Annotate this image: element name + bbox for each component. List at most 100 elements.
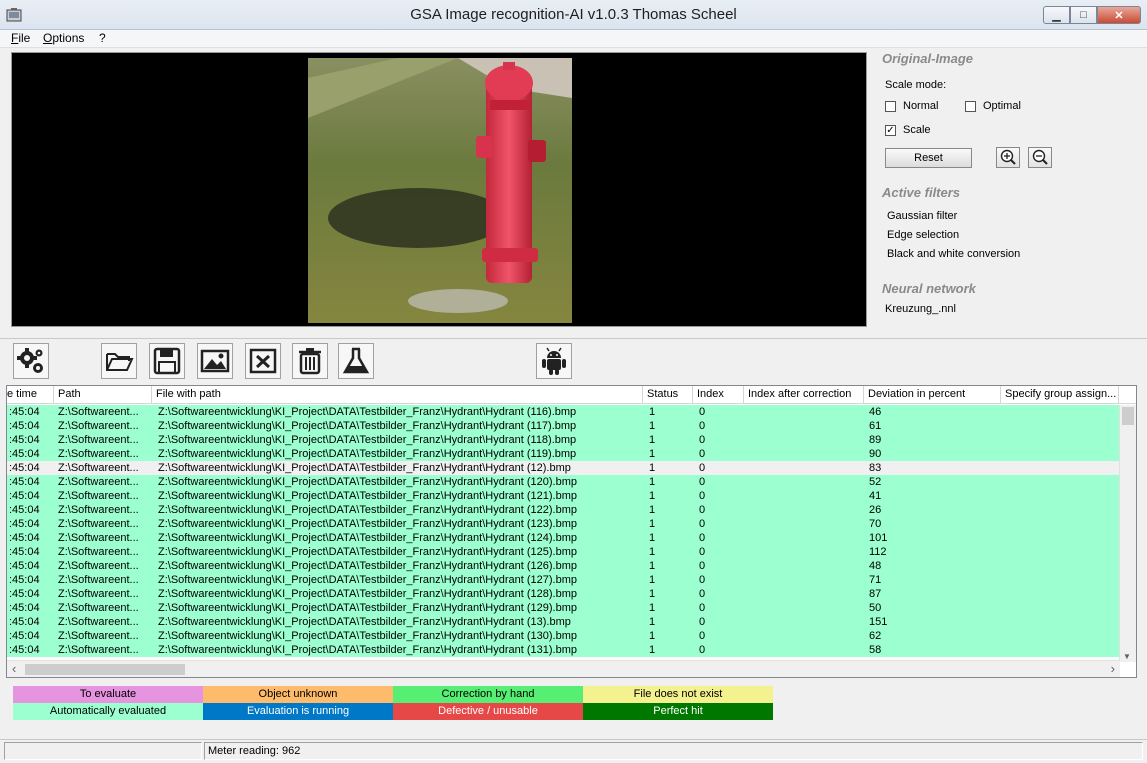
cell-status: 1 bbox=[649, 602, 656, 614]
cell-time: :45:04 bbox=[9, 476, 40, 488]
hydrant-image bbox=[308, 58, 572, 323]
normal-checkbox[interactable] bbox=[885, 101, 896, 112]
table-row[interactable]: :45:04 Z:\Softwareent... Z:\Softwareentwic… bbox=[7, 475, 1120, 489]
image-button[interactable] bbox=[197, 343, 233, 379]
android-icon bbox=[542, 347, 566, 375]
results-table[interactable]: e time Path File with path Status Index … bbox=[6, 385, 1137, 678]
legend-item: Object unknown bbox=[203, 686, 393, 703]
maximize-button[interactable]: □ bbox=[1070, 6, 1097, 24]
image-icon bbox=[200, 349, 230, 373]
settings-button[interactable] bbox=[13, 343, 49, 379]
table-row[interactable]: :45:04 Z:\Softwareent... Z:\Softwareentwic… bbox=[7, 433, 1120, 447]
cell-index: 0 bbox=[699, 448, 706, 460]
cell-deviation: 48 bbox=[869, 560, 882, 572]
menu-options[interactable]: Options bbox=[43, 31, 84, 45]
menu-help[interactable]: ? bbox=[99, 31, 106, 45]
table-row[interactable]: :45:04 Z:\Softwareent... Z:\Softwareentwic… bbox=[7, 531, 1120, 545]
legend-item: Evaluation is running bbox=[203, 703, 393, 720]
cell-path: Z:\Softwareent... bbox=[58, 476, 139, 488]
cell-path: Z:\Softwareent... bbox=[58, 644, 139, 656]
table-row[interactable]: :45:04 Z:\Softwareent... Z:\Softwareentwic… bbox=[7, 573, 1120, 587]
column-header-index[interactable]: Index bbox=[693, 386, 744, 404]
cell-path: Z:\Softwareent... bbox=[58, 588, 139, 600]
minimize-icon: ▁ bbox=[1052, 9, 1061, 22]
table-row[interactable]: :45:04 Z:\Softwareent... Z:\Softwareentwic… bbox=[7, 447, 1120, 461]
delete-button[interactable] bbox=[292, 343, 328, 379]
table-row[interactable]: :45:04 Z:\Softwareent... Z:\Softwareentwic… bbox=[7, 545, 1120, 559]
table-row[interactable]: :45:04 Z:\Softwareent... Z:\Softwareentwic… bbox=[7, 461, 1120, 475]
cell-time: :45:04 bbox=[9, 588, 40, 600]
cell-file: Z:\Softwareentwicklung\KI_Project\DATA\T… bbox=[158, 616, 571, 628]
table-row[interactable]: :45:04 Z:\Softwareent... Z:\Softwareentwic… bbox=[7, 559, 1120, 573]
table-row[interactable]: :45:04 Z:\Softwareent... Z:\Softwareentwic… bbox=[7, 629, 1120, 643]
cell-status: 1 bbox=[649, 476, 656, 488]
cell-path: Z:\Softwareent... bbox=[58, 560, 139, 572]
cell-deviation: 89 bbox=[869, 434, 882, 446]
window-controls: ▁ □ ✕ bbox=[1043, 6, 1141, 26]
cell-time: :45:04 bbox=[9, 448, 40, 460]
cell-path: Z:\Softwareent... bbox=[58, 448, 139, 460]
reset-button[interactable]: Reset bbox=[885, 148, 972, 168]
minimize-button[interactable]: ▁ bbox=[1043, 6, 1070, 24]
cell-path: Z:\Softwareent... bbox=[58, 532, 139, 544]
cell-deviation: 26 bbox=[869, 504, 882, 516]
table-row[interactable]: :45:04 Z:\Softwareent... Z:\Softwareentwic… bbox=[7, 419, 1120, 433]
neural-network-title: Neural network bbox=[882, 281, 976, 296]
optimal-checkbox[interactable] bbox=[965, 101, 976, 112]
cell-time: :45:04 bbox=[9, 504, 40, 516]
table-row[interactable]: :45:04 Z:\Softwareent... Z:\Softwareentwic… bbox=[7, 615, 1120, 629]
maximize-icon: □ bbox=[1080, 9, 1087, 21]
cell-time: :45:04 bbox=[9, 546, 40, 558]
cell-status: 1 bbox=[649, 448, 656, 460]
column-header-group[interactable]: Specify group assign... bbox=[1001, 386, 1119, 404]
cell-status: 1 bbox=[649, 462, 656, 474]
column-header-file[interactable]: File with path bbox=[152, 386, 643, 404]
column-header-index-after[interactable]: Index after correction bbox=[744, 386, 864, 404]
test-button[interactable] bbox=[338, 343, 374, 379]
table-row[interactable]: :45:04 Z:\Softwareent... Z:\Softwareentwic… bbox=[7, 405, 1120, 419]
vertical-scroll-thumb[interactable] bbox=[1122, 407, 1134, 425]
cell-status: 1 bbox=[649, 588, 656, 600]
scale-checkbox[interactable]: ✓ bbox=[885, 125, 896, 136]
cell-file: Z:\Softwareentwicklung\KI_Project\DATA\T… bbox=[158, 588, 577, 600]
cell-status: 1 bbox=[649, 518, 656, 530]
cell-deviation: 46 bbox=[869, 406, 882, 418]
column-header-deviation[interactable]: Deviation in percent bbox=[864, 386, 1001, 404]
zoom-out-button[interactable] bbox=[1028, 147, 1052, 168]
scroll-down-icon[interactable]: ▼ bbox=[1123, 652, 1131, 661]
vertical-scrollbar[interactable]: ▼ bbox=[1119, 405, 1136, 662]
cell-file: Z:\Softwareentwicklung\KI_Project\DATA\T… bbox=[158, 532, 577, 544]
table-row[interactable]: :45:04 Z:\Softwareent... Z:\Softwareentwic… bbox=[7, 503, 1120, 517]
close-image-button[interactable] bbox=[245, 343, 281, 379]
column-header-path[interactable]: Path bbox=[54, 386, 152, 404]
cell-file: Z:\Softwareentwicklung\KI_Project\DATA\T… bbox=[158, 560, 577, 572]
cell-file: Z:\Softwareentwicklung\KI_Project\DATA\T… bbox=[158, 490, 577, 502]
horizontal-scrollbar[interactable]: ‹ › bbox=[7, 660, 1120, 677]
cell-path: Z:\Softwareent... bbox=[58, 518, 139, 530]
scroll-right-icon[interactable]: › bbox=[1111, 661, 1115, 676]
table-row[interactable]: :45:04 Z:\Softwareent... Z:\Softwareentwic… bbox=[7, 489, 1120, 503]
legend-item: Perfect hit bbox=[583, 703, 773, 720]
cell-index: 0 bbox=[699, 630, 706, 642]
zoom-in-button[interactable] bbox=[996, 147, 1020, 168]
cell-index: 0 bbox=[699, 434, 706, 446]
table-row[interactable]: :45:04 Z:\Softwareent... Z:\Softwareentwic… bbox=[7, 643, 1120, 657]
table-row[interactable]: :45:04 Z:\Softwareent... Z:\Softwareentwic… bbox=[7, 587, 1120, 601]
close-button[interactable]: ✕ bbox=[1097, 6, 1141, 24]
cell-status: 1 bbox=[649, 434, 656, 446]
scroll-left-icon[interactable]: ‹ bbox=[12, 661, 16, 676]
column-header-time[interactable]: e time bbox=[7, 386, 54, 404]
cell-status: 1 bbox=[649, 546, 656, 558]
zoom-in-icon bbox=[1000, 149, 1016, 165]
android-button[interactable] bbox=[536, 343, 572, 379]
cell-index: 0 bbox=[699, 602, 706, 614]
horizontal-scroll-thumb[interactable] bbox=[25, 664, 185, 675]
image-viewer[interactable] bbox=[11, 52, 867, 327]
save-button[interactable] bbox=[149, 343, 185, 379]
table-row[interactable]: :45:04 Z:\Softwareent... Z:\Softwareentwic… bbox=[7, 601, 1120, 615]
open-folder-button[interactable] bbox=[101, 343, 137, 379]
table-row[interactable]: :45:04 Z:\Softwareent... Z:\Softwareentwic… bbox=[7, 517, 1120, 531]
cell-time: :45:04 bbox=[9, 560, 40, 572]
menu-file[interactable]: File bbox=[11, 31, 30, 45]
column-header-status[interactable]: Status bbox=[643, 386, 693, 404]
